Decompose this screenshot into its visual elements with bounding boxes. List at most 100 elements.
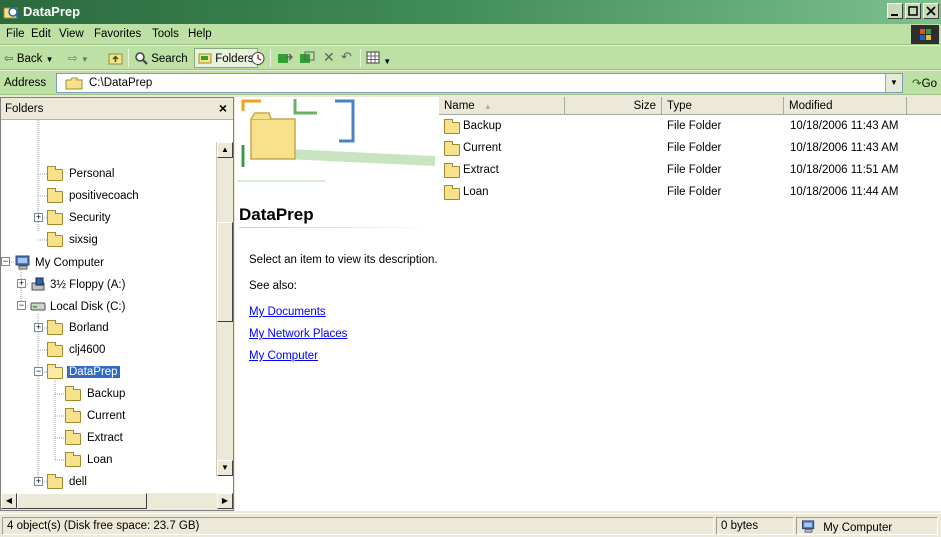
sort-ascending-icon: ▲ xyxy=(483,102,492,111)
search-label: Search xyxy=(151,53,188,65)
minimize-button[interactable] xyxy=(887,3,903,19)
folder-icon xyxy=(47,188,63,203)
copy-to-icon xyxy=(300,51,315,63)
computer-icon xyxy=(802,520,815,533)
address-input[interactable]: C:\DataPrep ▼ xyxy=(56,73,903,93)
menu-help[interactable]: Help xyxy=(188,28,212,40)
table-row[interactable]: Backup File Folder 10/18/2006 11:43 AM xyxy=(439,116,941,138)
expand-icon[interactable]: + xyxy=(34,213,43,222)
panel-divider xyxy=(239,227,435,228)
up-folder-button[interactable] xyxy=(108,51,124,68)
menu-view[interactable]: View xyxy=(59,28,84,40)
go-arrow-icon: ↷ xyxy=(912,78,922,90)
copy-to-button[interactable] xyxy=(299,51,315,68)
search-button[interactable]: Search xyxy=(134,51,188,65)
folder-icon xyxy=(444,141,460,156)
undo-button[interactable]: ↶ xyxy=(341,49,352,65)
column-header-modified[interactable]: Modified xyxy=(784,97,907,115)
menu-tools[interactable]: Tools xyxy=(152,28,179,40)
folder-icon xyxy=(444,163,460,178)
delete-button[interactable]: ✕ xyxy=(323,49,335,66)
tree-item-label: Extract xyxy=(87,432,123,444)
folders-button[interactable]: Folders xyxy=(194,48,258,68)
scroll-thumb[interactable] xyxy=(217,222,233,322)
maximize-button[interactable] xyxy=(905,3,921,19)
collapse-icon[interactable]: − xyxy=(34,367,43,376)
expand-icon[interactable]: + xyxy=(17,279,26,288)
menu-edit[interactable]: Edit xyxy=(31,28,51,40)
forward-button[interactable]: ⇨ ▼ xyxy=(68,51,89,65)
move-to-button[interactable] xyxy=(277,51,293,68)
column-header-type[interactable]: Type xyxy=(662,97,784,115)
column-header-name[interactable]: Name ▲ xyxy=(439,97,565,115)
undo-icon: ↶ xyxy=(341,49,352,64)
row-name: Loan xyxy=(463,186,489,198)
tree-item-label: clj4600 xyxy=(69,344,106,356)
row-modified: 10/18/2006 11:43 AM xyxy=(790,142,899,154)
row-modified: 10/18/2006 11:44 AM xyxy=(790,186,899,198)
folder-icon xyxy=(47,210,63,225)
menu-file[interactable]: File xyxy=(6,28,25,40)
scroll-down-button[interactable]: ▼ xyxy=(217,460,233,476)
row-name: Extract xyxy=(463,164,499,176)
scroll-right-button[interactable]: ▶ xyxy=(217,493,233,509)
column-header-filler xyxy=(907,97,941,115)
table-row[interactable]: Extract File Folder 10/18/2006 11:51 AM xyxy=(439,160,941,182)
menu-favorites[interactable]: Favorites xyxy=(94,28,141,40)
vertical-scrollbar[interactable]: ▲ ▼ xyxy=(216,142,233,476)
column-header-size[interactable]: Size xyxy=(565,97,662,115)
address-dropdown-button[interactable]: ▼ xyxy=(885,74,902,92)
folder-open-icon xyxy=(47,364,63,379)
folder-info-panel: DataPrep Select an item to view its desc… xyxy=(235,97,439,511)
tree-item-label: Local Disk (C:) xyxy=(50,301,126,313)
history-button[interactable] xyxy=(250,51,266,69)
horizontal-scrollbar[interactable]: ◀ ▶ xyxy=(1,493,233,510)
scroll-thumb[interactable] xyxy=(17,493,147,509)
row-modified: 10/18/2006 11:43 AM xyxy=(790,120,899,132)
forward-arrow-icon: ⇨ xyxy=(68,53,78,65)
window-title: DataPrep xyxy=(23,4,81,19)
folder-icon xyxy=(65,386,81,401)
address-label: Address xyxy=(4,77,47,89)
table-row[interactable]: Current File Folder 10/18/2006 11:43 AM xyxy=(439,138,941,160)
row-type: File Folder xyxy=(667,186,722,198)
link-my-network-places[interactable]: My Network Places xyxy=(249,328,347,340)
back-button[interactable]: ⇦ Back ▼ xyxy=(4,51,54,65)
chevron-down-icon: ▼ xyxy=(890,78,898,87)
folder-icon xyxy=(444,119,460,134)
close-icon[interactable]: × xyxy=(219,100,227,116)
toolbar: ⇦ Back ▼ ⇨ ▼ Search Folders ✕ ↶ ▼ xyxy=(0,46,941,70)
folder-banner-graphic xyxy=(237,99,436,182)
tree-item-label: 3½ Floppy (A:) xyxy=(50,279,126,291)
link-my-computer[interactable]: My Computer xyxy=(249,350,318,362)
row-name: Backup xyxy=(463,120,502,132)
chevron-down-icon: ▼ xyxy=(383,57,392,66)
tree-item-label: Backup xyxy=(87,388,126,400)
scroll-left-button[interactable]: ◀ xyxy=(1,493,17,509)
row-modified: 10/18/2006 11:51 AM xyxy=(790,164,899,176)
title-bar[interactable]: DataPrep xyxy=(0,0,941,24)
views-icon xyxy=(366,51,380,64)
folder-icon xyxy=(444,185,460,200)
table-row[interactable]: Loan File Folder 10/18/2006 11:44 AM xyxy=(439,182,941,204)
collapse-icon[interactable]: − xyxy=(17,301,26,310)
back-label: Back xyxy=(16,53,43,65)
go-button[interactable]: ↷Go xyxy=(912,76,937,90)
chevron-down-icon: ▼ xyxy=(45,55,54,64)
expand-icon[interactable]: + xyxy=(34,323,43,332)
tree-item-label: Personal xyxy=(69,168,115,180)
expand-icon[interactable]: + xyxy=(34,477,43,486)
link-my-documents[interactable]: My Documents xyxy=(249,306,326,318)
close-button[interactable] xyxy=(923,3,939,19)
row-type: File Folder xyxy=(667,164,722,176)
drive-icon xyxy=(30,302,46,311)
folder-icon xyxy=(47,232,63,247)
tree-item-label: Security xyxy=(69,212,111,224)
tree-item-label: My Computer xyxy=(35,257,105,269)
collapse-icon[interactable]: − xyxy=(1,257,10,266)
go-label: Go xyxy=(921,78,937,90)
column-label: Name xyxy=(444,100,475,112)
scroll-up-button[interactable]: ▲ xyxy=(217,142,233,158)
views-button[interactable]: ▼ xyxy=(366,51,391,67)
folder-icon xyxy=(65,408,81,423)
